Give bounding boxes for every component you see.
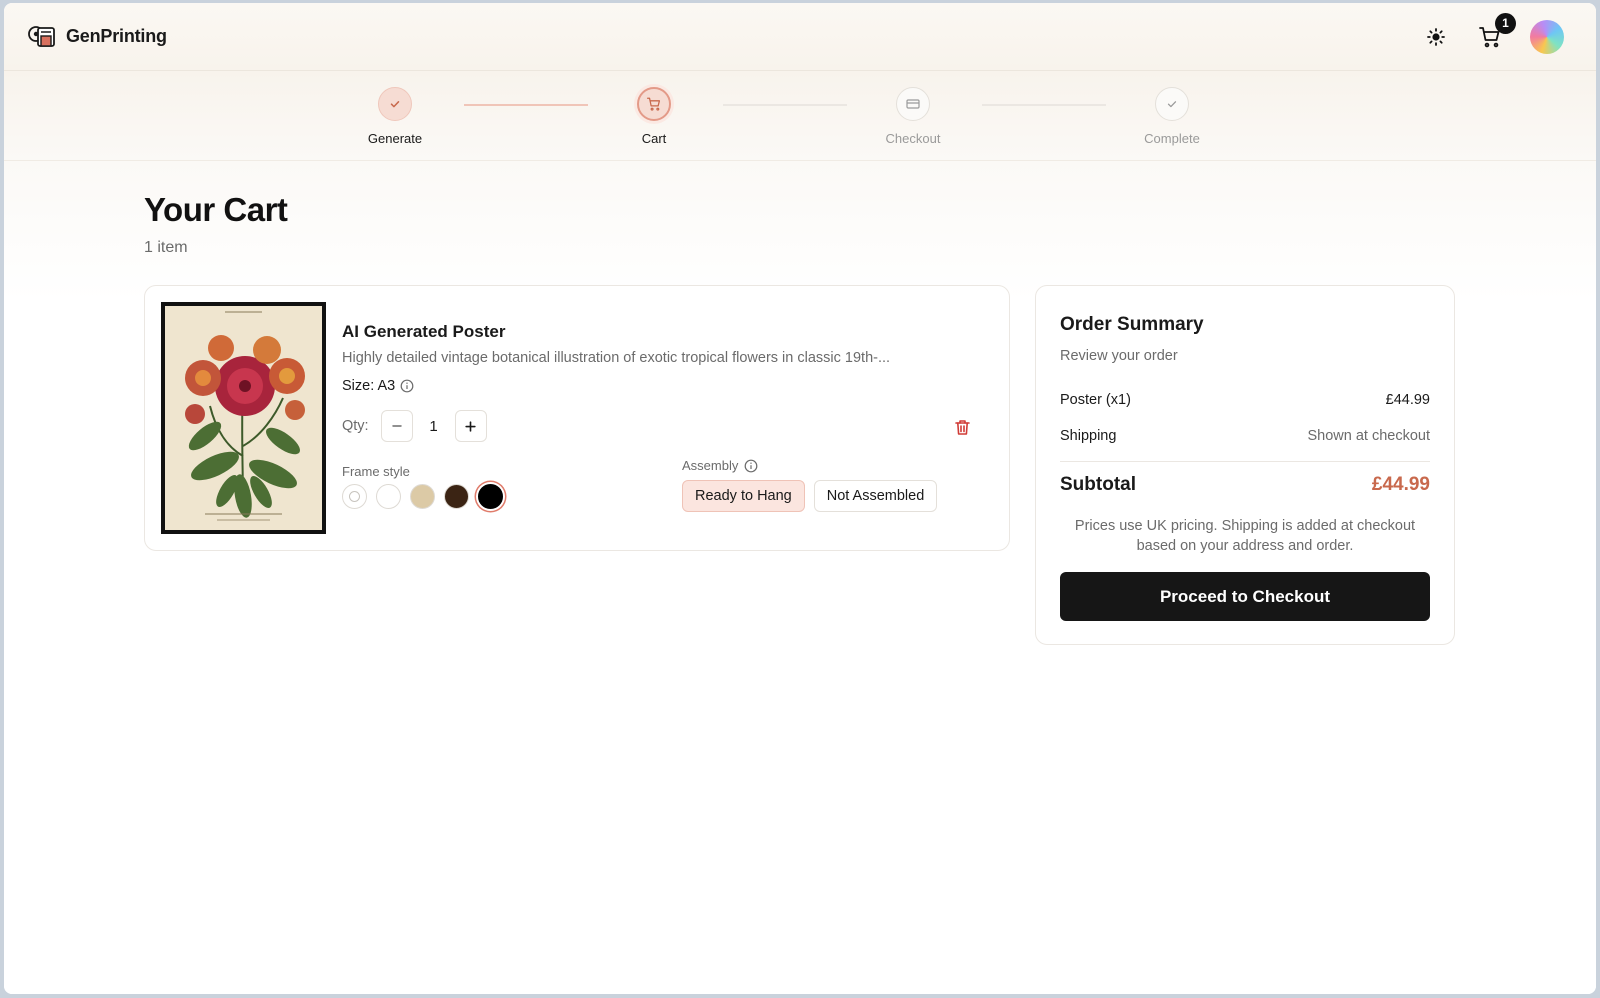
qty-value: 1 <box>429 417 438 435</box>
size-label: Size: A3 <box>342 378 396 394</box>
poster-thumbnail[interactable] <box>161 302 326 534</box>
minus-icon <box>391 420 403 432</box>
row-value: Shown at checkout <box>1307 428 1430 444</box>
step-circle <box>896 87 930 121</box>
swatch-white[interactable] <box>376 484 401 509</box>
cart-item-card: AI Generated Poster Highly detailed vint… <box>144 285 1010 551</box>
swatch-no-frame[interactable] <box>342 484 367 509</box>
app-window: GenPrinting 1 Generate Cart Checkout Com… <box>4 3 1596 994</box>
swatch-walnut[interactable] <box>444 484 469 509</box>
step-circle <box>378 87 412 121</box>
summary-row-shipping: Shipping Shown at checkout <box>1060 428 1430 444</box>
brand[interactable]: GenPrinting <box>26 22 167 52</box>
summary-title: Order Summary <box>1060 314 1204 335</box>
item-title: AI Generated Poster <box>342 322 506 341</box>
page-title: Your Cart <box>144 191 288 228</box>
item-description: Highly detailed vintage botanical illust… <box>342 350 891 366</box>
step-connector <box>982 104 1106 106</box>
subtotal-label: Subtotal <box>1060 474 1136 495</box>
sun-icon <box>1427 27 1445 46</box>
theme-toggle-button[interactable] <box>1422 23 1450 51</box>
cart-button[interactable]: 1 <box>1476 12 1516 51</box>
check-icon <box>389 98 401 110</box>
item-size: Size: A3 <box>342 378 414 394</box>
info-icon[interactable] <box>400 379 414 393</box>
step-cart[interactable]: Cart <box>599 87 709 146</box>
swatch-black[interactable] <box>478 484 503 509</box>
assembly-options: Ready to Hang Not Assembled <box>682 480 938 512</box>
frame-style-label: Frame style <box>342 464 410 479</box>
check-icon <box>1166 98 1178 110</box>
step-connector <box>464 104 588 106</box>
print-logo-icon <box>26 22 60 52</box>
info-icon[interactable] <box>744 459 758 473</box>
row-label: Poster (x1) <box>1060 392 1131 408</box>
credit-card-icon <box>906 98 920 110</box>
pricing-note: Prices use UK pricing. Shipping is added… <box>1074 518 1416 554</box>
step-label: Checkout <box>885 131 941 146</box>
assembly-label: Assembly <box>682 458 739 473</box>
step-connector <box>723 104 847 106</box>
step-label: Complete <box>1144 131 1200 146</box>
quantity-stepper: Qty: 1 <box>342 410 487 442</box>
proceed-to-checkout-button[interactable]: Proceed to Checkout <box>1060 572 1430 621</box>
brand-name: GenPrinting <box>66 26 167 46</box>
row-value: £44.99 <box>1385 392 1430 408</box>
summary-row-poster: Poster (x1) £44.99 <box>1060 392 1430 408</box>
main-content: Your Cart 1 item AI Generated Poster Hig… <box>4 161 1596 994</box>
plus-icon <box>464 420 477 433</box>
order-summary-card: Order Summary Review your order Poster (… <box>1035 285 1455 645</box>
step-circle <box>1155 87 1189 121</box>
step-label: Generate <box>367 131 423 146</box>
top-navbar: GenPrinting 1 <box>4 3 1596 71</box>
cart-count-badge: 1 <box>1495 12 1516 34</box>
cart-icon <box>647 97 661 111</box>
checkout-progress-stepper: Generate Cart Checkout Complete <box>4 71 1596 161</box>
subtotal-row: Subtotal £44.99 <box>1060 474 1430 496</box>
row-label: Shipping <box>1060 428 1117 444</box>
botanical-artwork <box>165 306 322 530</box>
step-circle <box>637 87 671 121</box>
swatch-natural[interactable] <box>410 484 435 509</box>
trash-icon <box>954 419 970 436</box>
remove-item-button[interactable] <box>951 416 973 438</box>
subtotal-value: £44.99 <box>1371 474 1430 495</box>
increase-qty-button[interactable] <box>454 410 487 442</box>
step-complete[interactable]: Complete <box>1117 87 1227 146</box>
summary-subtitle: Review your order <box>1060 348 1178 364</box>
user-avatar[interactable] <box>1530 19 1564 54</box>
qty-label: Qty: <box>342 418 369 434</box>
assembly-label-row: Assembly <box>682 458 758 473</box>
frame-style-swatches <box>342 484 503 509</box>
item-count: 1 item <box>144 239 188 256</box>
assembly-not-assembled-button[interactable]: Not Assembled <box>813 480 938 512</box>
assembly-ready-to-hang-button[interactable]: Ready to Hang <box>682 480 805 512</box>
summary-divider <box>1060 461 1430 462</box>
step-checkout[interactable]: Checkout <box>858 87 968 146</box>
step-label: Cart <box>641 131 667 146</box>
step-generate[interactable]: Generate <box>340 87 450 146</box>
decrease-qty-button[interactable] <box>380 410 413 442</box>
